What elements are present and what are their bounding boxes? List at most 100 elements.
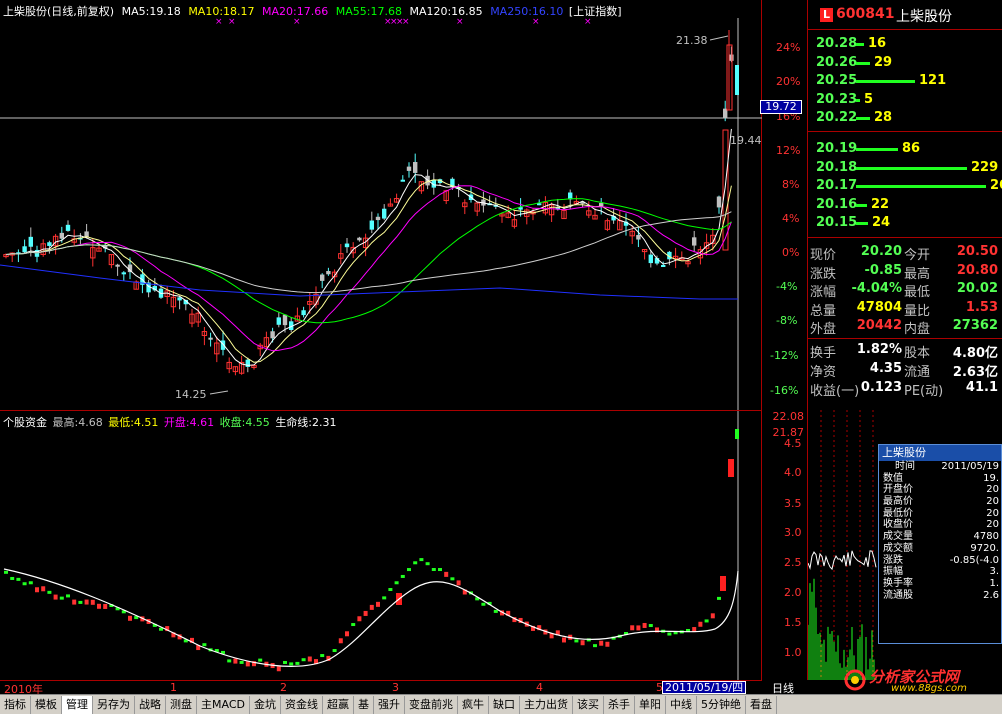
axis-tick: 2.0 [784, 586, 802, 599]
fund-bar [90, 599, 95, 605]
candle-body [344, 243, 350, 248]
tab-15[interactable]: 主力出货 [520, 695, 573, 714]
ma10-label: MA10:18.17 [188, 5, 255, 18]
tab-13[interactable]: 疯牛 [458, 695, 489, 714]
candle-body [208, 337, 213, 340]
tab-9[interactable]: 超赢 [323, 695, 354, 714]
stat-label: 涨跌 [810, 266, 837, 282]
data-info-popup[interactable]: 上柴股份 时间 2011/05/19 数值 19. 开盘价 20 最高价 20 最低价 20 收盘价… [878, 444, 1002, 644]
popup-key: 流通股 [883, 589, 913, 601]
popup-row: 数值 19. [879, 473, 1001, 485]
tab-0[interactable]: 指标 [0, 695, 31, 714]
ask-price: 20.23 [816, 91, 858, 107]
ma120-label: MA120:16.85 [409, 5, 483, 18]
stat-value: 20.02 [956, 281, 998, 296]
axis-tick: 3.0 [784, 526, 802, 539]
stats-divider [808, 338, 1002, 339]
tab-17[interactable]: 杀手 [604, 695, 635, 714]
fund-bar [419, 558, 424, 562]
ask-volume-bar [856, 98, 860, 102]
candle-body [692, 237, 697, 246]
candle-body [716, 196, 722, 208]
axis-tick: -4% [776, 280, 798, 293]
fund-bar [735, 429, 739, 439]
fund-bar [704, 619, 709, 623]
popup-key: 换手率 [883, 577, 913, 589]
cursor-price-label: 19.72 [760, 100, 802, 114]
stat-value: 4.35 [869, 361, 902, 376]
stat-label: 量比 [904, 303, 931, 319]
indicator-canvas[interactable] [0, 411, 762, 681]
ask-price: 20.22 [816, 110, 858, 126]
tab-10[interactable]: 基 [354, 695, 374, 714]
tab-2[interactable]: 管理 [62, 695, 93, 714]
candle-body [735, 65, 739, 95]
quote-header: L 600841 上柴股份 [808, 0, 1002, 30]
tab-4[interactable]: 战略 [135, 695, 166, 714]
candle-body [326, 271, 331, 275]
fund-bar [307, 656, 312, 662]
axis-tick: -16% [770, 384, 799, 397]
fund-bar [698, 621, 703, 627]
axis-tick: -8% [776, 314, 798, 327]
kline-chart[interactable]: × × × × × × × × × × 上柴股份(日线,前复权) MA5:19.18 MA10:1… [0, 0, 762, 410]
tab-11[interactable]: 强升 [374, 695, 405, 714]
fund-bar [728, 459, 734, 477]
tab-5[interactable]: 测盘 [166, 695, 197, 714]
tab-6[interactable]: 主MACD [197, 695, 250, 714]
indicator-lifeline: 生命线:2.31 [275, 416, 337, 429]
tab-19[interactable]: 中线 [666, 695, 697, 714]
ma120-line [5, 211, 732, 294]
tab-14[interactable]: 缺口 [489, 695, 520, 714]
popup-key: 成交额 [883, 542, 913, 554]
mini-axis-top: 22.08 [772, 410, 805, 423]
indicator-chart[interactable]: 个股资金 最高:4.68 最低:4.51 开盘:4.61 收盘:4.55 生命线… [0, 410, 762, 681]
stat-row: 换手 1.82% 股本 4.80亿 [808, 342, 1002, 361]
ask-volume-bar [856, 117, 870, 121]
candle-body [47, 242, 52, 246]
popup-row: 成交额 9720. [879, 543, 1001, 555]
candle-body [400, 179, 405, 182]
high-price-annotation: 21.38 [676, 34, 708, 47]
candle-body [65, 224, 71, 231]
fund-bar [345, 631, 349, 637]
fund-bar [636, 625, 641, 631]
candle-body [369, 220, 374, 230]
candle-body [276, 317, 281, 325]
fund-bar [357, 616, 362, 622]
fund-bar [444, 571, 449, 577]
tab-7[interactable]: 金坑 [250, 695, 281, 714]
tab-12[interactable]: 变盘前兆 [405, 695, 458, 714]
lifeline [3, 568, 739, 667]
tab-20[interactable]: 5分钟绝 [697, 695, 746, 714]
tab-16[interactable]: 该买 [573, 695, 604, 714]
fund-bar [276, 666, 281, 672]
stat-label: 收益(一) [810, 384, 860, 399]
right-price-marker: 19.44 [730, 134, 762, 147]
ask-volume: 16 [868, 36, 887, 51]
tab-1[interactable]: 模板 [31, 695, 62, 714]
tab-18[interactable]: 单阳 [635, 695, 666, 714]
index-label[interactable]: [上证指数] [569, 5, 622, 18]
bid-row: 20.15 24 [808, 215, 1002, 233]
fund-bar [72, 599, 77, 605]
kline-canvas[interactable]: × × × ×××× × × × [0, 0, 762, 410]
tab-8[interactable]: 资金线 [281, 695, 323, 714]
stat-value: -0.85 [864, 262, 902, 278]
popup-row: 时间 2011/05/19 [879, 461, 1001, 473]
tab-3[interactable]: 另存为 [93, 695, 135, 714]
stat-value: 4.80亿 [952, 346, 998, 361]
ma250-label: MA250:16.10 [490, 5, 564, 18]
tab-21[interactable]: 看盘 [746, 695, 777, 714]
book-divider [808, 237, 1002, 238]
bid-volume-bar [856, 222, 868, 226]
fund-bar [562, 637, 566, 643]
bid-volume: 22 [871, 196, 890, 212]
axis-tick: 12% [776, 144, 801, 157]
stat-label: 现价 [810, 248, 837, 263]
fund-bar [233, 658, 238, 664]
indicator-open: 开盘:4.61 [163, 416, 215, 429]
stat-row: 外盘 20442 内盘 27362 [808, 318, 1002, 337]
popup-value: 20 [986, 519, 999, 531]
popup-row: 振幅 3. [879, 566, 1001, 578]
